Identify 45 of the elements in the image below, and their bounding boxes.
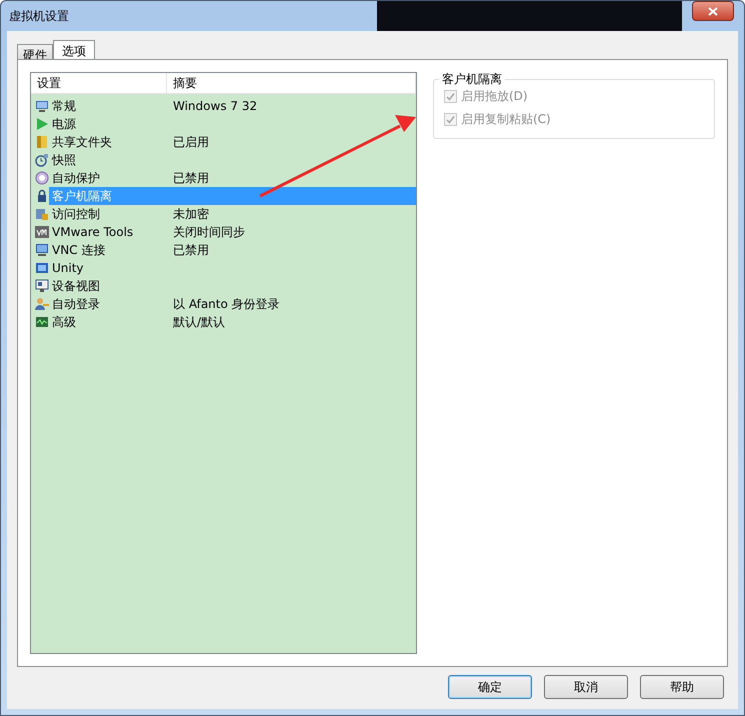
setting-summary: 未加密	[172, 206, 210, 222]
setting-name[interactable]: 自动登录	[50, 295, 102, 313]
setting-name[interactable]: 访问控制	[50, 205, 102, 223]
dialog-button[interactable]: 帮助	[640, 675, 724, 699]
setting-name[interactable]: VNC 连接	[50, 241, 108, 259]
setting-summary: 已禁用	[172, 170, 210, 186]
setting-icon	[35, 171, 49, 185]
setting-summary: 以 Afanto 身份登录	[172, 296, 281, 312]
setting-icon	[35, 117, 49, 131]
setting-name[interactable]: 共享文件夹	[50, 133, 114, 151]
tab[interactable]: 选项	[53, 40, 95, 59]
column-header[interactable]: 摘要	[167, 73, 416, 93]
setting-name[interactable]: 电源	[50, 115, 78, 133]
checkbox-label: 启用复制粘贴(C)	[461, 111, 551, 128]
group-title: 客户机隔离	[439, 72, 505, 86]
setting-summary: Windows 7 32	[172, 99, 258, 113]
checkbox-label: 启用拖放(D)	[461, 88, 528, 105]
setting-icon	[35, 315, 49, 329]
setting-name[interactable]: 自动保护	[50, 169, 102, 187]
setting-name[interactable]: VMware Tools	[50, 223, 136, 241]
setting-icon	[35, 153, 49, 167]
setting-name[interactable]: 常规	[50, 97, 78, 115]
setting-icon	[35, 297, 49, 311]
window-title: 虚拟机设置	[8, 8, 70, 24]
setting-icon	[35, 261, 49, 275]
setting-icon	[35, 99, 49, 113]
setting-name[interactable]: Unity	[50, 259, 86, 277]
column-header[interactable]: 设置	[31, 73, 167, 93]
dialog-button[interactable]: 确定	[448, 675, 532, 699]
setting-icon	[35, 135, 49, 149]
setting-name[interactable]: 快照	[50, 151, 78, 169]
dialog-button[interactable]: 取消	[544, 675, 628, 699]
setting-summary: 已启用	[172, 134, 210, 150]
setting-icon	[35, 279, 49, 293]
setting-summary: 关闭时间同步	[172, 224, 246, 240]
setting-icon	[35, 243, 49, 257]
setting-name[interactable]: 高级	[50, 313, 78, 331]
setting-name[interactable]: 设备视图	[50, 277, 102, 295]
close-icon	[708, 6, 718, 16]
close-button[interactable]	[692, 1, 734, 21]
setting-icon	[35, 225, 49, 239]
setting-icon	[35, 207, 49, 221]
setting-summary: 已禁用	[172, 242, 210, 258]
setting-summary: 默认/默认	[172, 314, 226, 330]
setting-icon	[35, 189, 49, 203]
